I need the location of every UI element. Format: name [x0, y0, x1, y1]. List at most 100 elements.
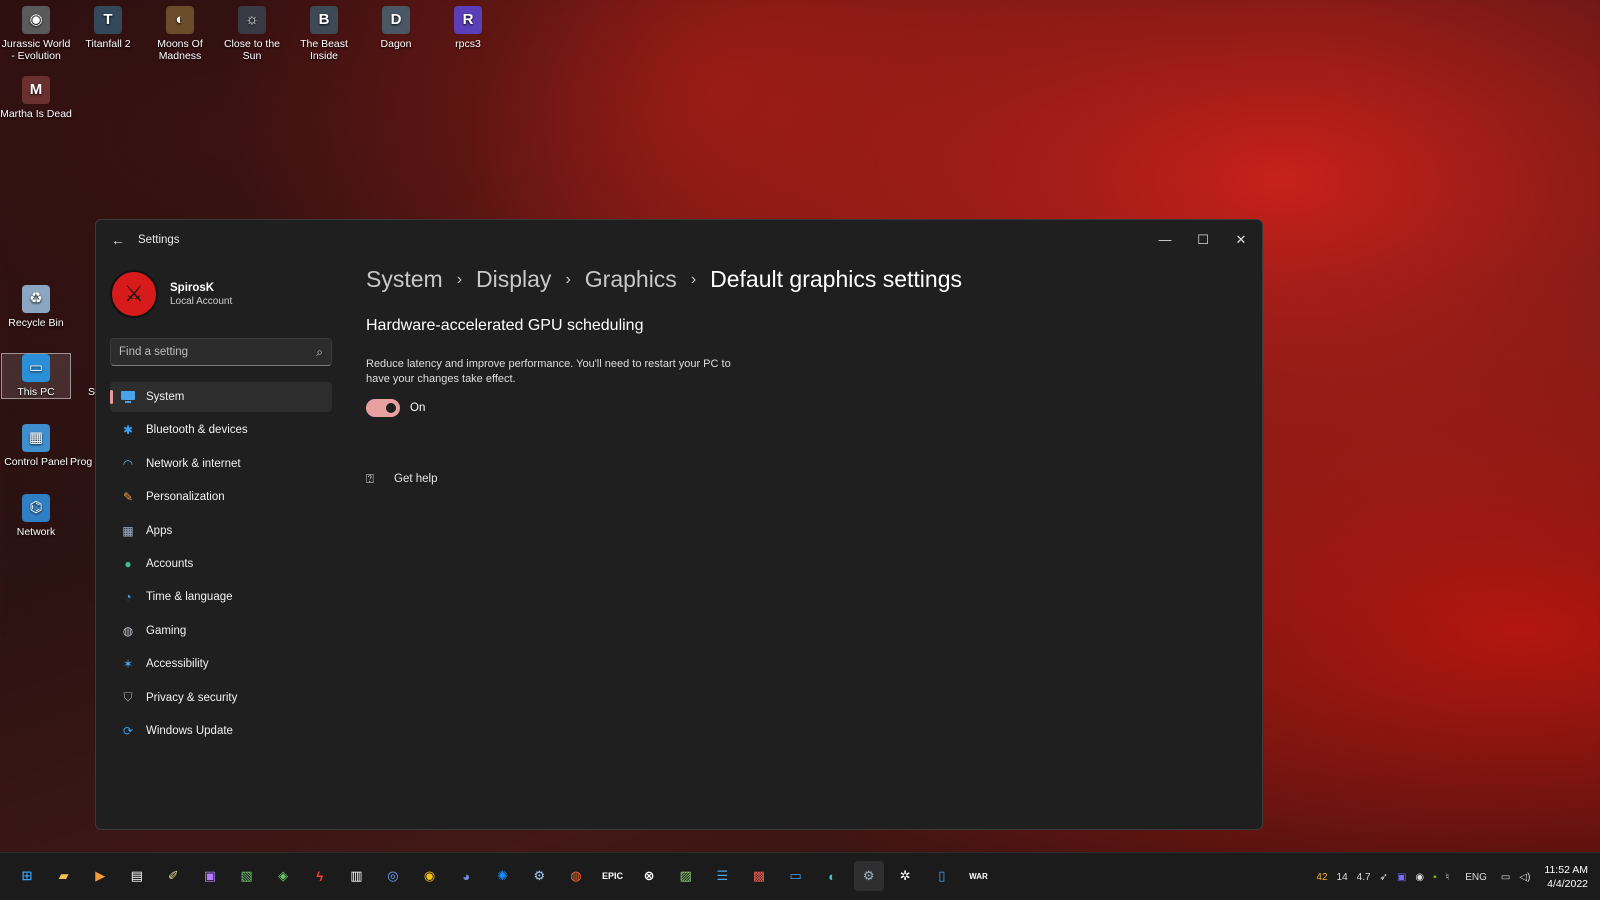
gpu-tray-icon[interactable]: ▪ [1433, 872, 1437, 883]
sidebar-item-personalization[interactable]: ✎ Personalization [110, 482, 332, 512]
volume-icon[interactable]: ◁) [1519, 872, 1530, 883]
chevron-right-icon: › [565, 270, 571, 288]
epic-games-icon[interactable]: EPIC [598, 861, 628, 891]
desktop-icon-close-to-the-sun[interactable]: ☼ Close to the Sun [216, 6, 288, 62]
chevron-right-icon: › [690, 270, 697, 288]
system-icon [120, 389, 136, 405]
clock[interactable]: 11:52 AM 4/4/2022 [1544, 863, 1588, 891]
adobe-icon[interactable]: ϟ [305, 861, 335, 891]
battle-net-icon[interactable]: ✺ [488, 861, 518, 891]
breadcrumb: System › Display › Graphics › Default gr… [366, 266, 1242, 293]
app-icon[interactable]: ▣ [195, 861, 225, 891]
discord-icon[interactable]: ◕ [451, 861, 481, 891]
search-input[interactable] [119, 346, 317, 358]
sidebar-item-system[interactable]: System [110, 382, 332, 412]
back-button[interactable]: ← [108, 230, 128, 250]
desktop-icon-titanfall[interactable]: T Titanfall 2 [72, 6, 144, 50]
user-profile[interactable]: ⚔ SpirosK Local Account [110, 268, 232, 320]
xbox-icon[interactable]: ⊗ [634, 861, 664, 891]
desktop-icon-this-pc[interactable]: ▭ This PC [1, 353, 71, 399]
moons-of-madness-icon: ◐ [166, 6, 194, 34]
sidebar-item-network[interactable]: ◠ Network & internet [110, 449, 332, 479]
desktop-icon-dagon[interactable]: D Dagon [360, 6, 432, 50]
control-gear-icon[interactable]: ✲ [890, 861, 920, 891]
language-indicator[interactable]: ENG [1465, 872, 1487, 883]
sidebar-item-apps[interactable]: ▦ Apps [110, 516, 332, 546]
globe-clock-icon: ◔ [124, 590, 132, 605]
control-panel-icon: ▦ [22, 424, 50, 452]
desktop-icon-jurassic-world[interactable]: ◉ Jurassic World - Evolution [0, 6, 72, 62]
page-title: Default graphics settings [710, 266, 962, 292]
sidebar-item-time-language[interactable]: ◔ Time & language [110, 582, 332, 612]
network-icon: ⌬ [22, 494, 50, 522]
close-button[interactable]: ✕ [1222, 226, 1260, 254]
maximize-button[interactable]: ☐ [1184, 226, 1222, 254]
desktop-icon-control-panel[interactable]: ▦ Control Panel [0, 424, 72, 468]
window-icon[interactable]: ▯ [927, 861, 957, 891]
chevron-right-icon: › [456, 270, 463, 288]
list-icon[interactable]: ☰ [707, 861, 737, 891]
search-icon[interactable]: ⌕ [316, 345, 323, 360]
accessibility-icon: ✶ [122, 657, 134, 672]
sidebar-item-privacy[interactable]: ⛉ Privacy & security [110, 683, 332, 713]
settings-gear-icon[interactable]: ⚙ [853, 861, 884, 891]
breadcrumb-system[interactable]: System [366, 266, 443, 293]
mixer-icon[interactable]: ▥ [341, 861, 371, 891]
desktop-icon-rpcs3[interactable]: R rpcs3 [432, 6, 504, 50]
start-icon[interactable]: ⊞ [12, 861, 42, 891]
edge-icon[interactable]: ◐ [817, 861, 847, 891]
close-to-the-sun-icon: ☼ [238, 6, 266, 34]
calendar-icon[interactable]: ▤ [122, 861, 152, 891]
clock-date: 4/4/2022 [1547, 878, 1588, 890]
remote-desktop-icon[interactable]: ▭ [780, 861, 810, 891]
gpu-scheduling-toggle[interactable] [366, 399, 400, 417]
desktop-icon-beast-inside[interactable]: B The Beast Inside [288, 6, 360, 62]
tray-value-2: 14 [1336, 871, 1348, 883]
sidebar-item-label: Gaming [146, 624, 187, 637]
microphone-icon[interactable]: ♮ [1446, 872, 1450, 883]
file-explorer-icon[interactable]: ▰ [49, 861, 79, 891]
search-box[interactable]: ⌕ [110, 338, 332, 366]
xbox-companion-icon[interactable]: ◈ [268, 861, 298, 891]
avatar: ⚔ [110, 270, 158, 318]
sidebar-item-label: Apps [146, 524, 173, 537]
notes-icon[interactable]: ✐ [158, 861, 188, 891]
window-title: Settings [138, 234, 180, 246]
steam-icon[interactable]: ⚙ [524, 861, 554, 891]
section-description: Reduce latency and improve performance. … [366, 358, 731, 385]
warzone-icon[interactable]: WAR [963, 861, 993, 891]
chrome-icon[interactable]: ◉ [415, 861, 445, 891]
tray-app-icon[interactable]: ▣ [1397, 872, 1406, 883]
gamepad-icon: ◍ [122, 623, 134, 638]
sidebar-item-gaming[interactable]: ◍ Gaming [110, 616, 332, 646]
sidebar-item-bluetooth[interactable]: ✱ Bluetooth & devices [110, 415, 332, 445]
desktop-icon-moons-of-madness[interactable]: ◐ Moons Of Madness [144, 6, 216, 62]
sidebar-item-windows-update[interactable]: ⟳ Windows Update [110, 716, 332, 746]
origin-icon[interactable]: ◍ [561, 861, 591, 891]
pointer-icon[interactable]: ➶ [1380, 872, 1388, 883]
office-icon[interactable]: ▩ [744, 861, 774, 891]
steam-tray-icon[interactable]: ◉ [1415, 872, 1424, 883]
notepad-icon[interactable]: ▨ [671, 861, 701, 891]
sidebar-item-accessibility[interactable]: ✶ Accessibility [110, 649, 332, 679]
martha-is-dead-icon: M [22, 76, 50, 104]
media-player-icon[interactable]: ▶ [85, 861, 115, 891]
desktop-icon-program[interactable]: Prog [70, 424, 94, 468]
sidebar-item-accounts[interactable]: ● Accounts [110, 549, 332, 579]
network-tray-icon[interactable]: ▭ [1501, 872, 1510, 883]
taskbar-apps: ⊞ ▰ ▶ ▤ ✐ ▣ ▧ ◈ ϟ ▥ ◎ ◉ ◕ ✺ ⚙ ◍ EPIC ⊗ ▨… [12, 861, 1000, 891]
dinosaur-logo-icon: ⚔ [124, 281, 144, 306]
desktop-icon-recycle-bin[interactable]: ♻ Recycle Bin [0, 285, 72, 329]
photos-icon[interactable]: ▧ [232, 861, 262, 891]
desktop-icon-martha-is-dead[interactable]: M Martha Is Dead [0, 76, 72, 120]
speed-icon[interactable]: ◎ [378, 861, 408, 891]
taskbar: ⊞ ▰ ▶ ▤ ✐ ▣ ▧ ◈ ϟ ▥ ◎ ◉ ◕ ✺ ⚙ ◍ EPIC ⊗ ▨… [0, 852, 1600, 900]
breadcrumb-graphics[interactable]: Graphics [585, 266, 677, 293]
get-help-link[interactable]: ⍰ Get help [366, 471, 1242, 487]
minimize-button[interactable]: — [1146, 226, 1184, 254]
titanfall-icon: T [94, 6, 122, 34]
breadcrumb-display[interactable]: Display [476, 266, 551, 293]
wifi-icon: ◠ [122, 456, 134, 471]
desktop-icon-network[interactable]: ⌬ Network [0, 494, 72, 538]
sidebar-nav: System ✱ Bluetooth & devices ◠ Network &… [110, 382, 332, 749]
